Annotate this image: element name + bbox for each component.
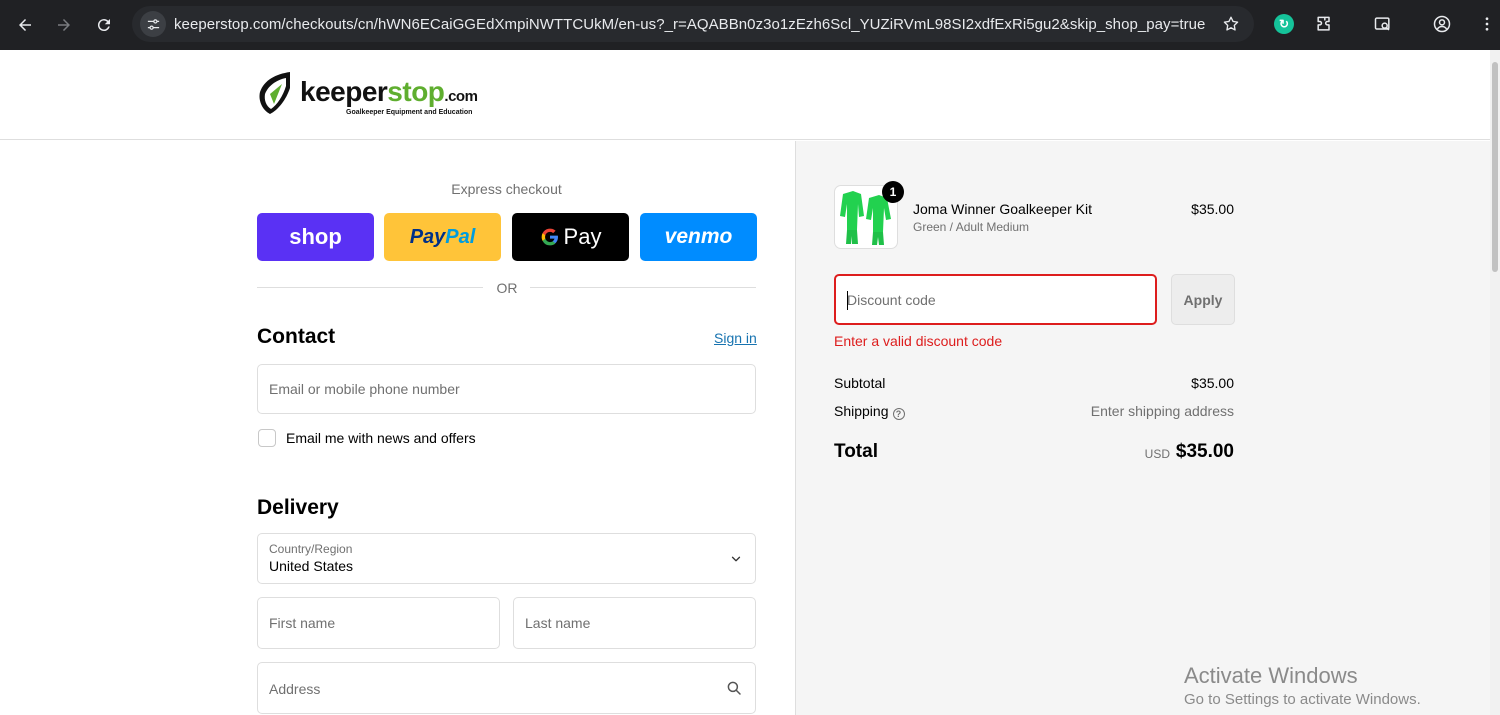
country-label: Country/Region (269, 542, 353, 556)
star-icon[interactable] (1222, 15, 1240, 33)
divider-left (257, 287, 483, 288)
google-g-icon (540, 224, 560, 250)
shipping-value: Enter shipping address (1090, 403, 1234, 419)
address-placeholder: Address (269, 681, 321, 697)
divider-right (530, 287, 756, 288)
url-text[interactable]: keeperstop.com/checkouts/cn/hWN6ECaiGGEd… (174, 16, 1205, 33)
windows-watermark-title: Activate Windows (1184, 663, 1358, 688)
logo-text-stop: stop (387, 76, 445, 107)
logo-tagline: Goalkeeper Equipment and Education (346, 109, 473, 116)
page-scrollbar[interactable] (1490, 50, 1500, 715)
site-header: keeperstop.com Goalkeeper Equipment and … (0, 50, 1490, 140)
sign-in-link[interactable]: Sign in (714, 330, 757, 346)
paypal-label-pay: Pay (409, 225, 446, 248)
windows-watermark-subtitle: Go to Settings to activate Windows. (1184, 691, 1421, 708)
shipping-label: Shipping (834, 403, 889, 419)
product-name: Joma Winner Goalkeeper Kit (913, 201, 1092, 217)
forward-icon[interactable] (51, 12, 77, 38)
reload-icon[interactable] (91, 12, 117, 38)
venmo-button[interactable]: venmo (640, 213, 757, 261)
discount-code-input[interactable]: Discount code (834, 274, 1157, 325)
shipping-row: Shipping? (834, 403, 905, 420)
paypal-label-pal: Pal (445, 225, 476, 248)
contact-heading: Contact (257, 325, 336, 348)
total-value: $35.00 (1175, 441, 1234, 462)
google-pay-button[interactable]: Pay (512, 213, 629, 261)
total-label: Total (834, 441, 878, 462)
shop-pay-button[interactable]: shop (257, 213, 374, 261)
discount-placeholder: Discount code (847, 292, 936, 308)
express-checkout-title: Express checkout (451, 181, 562, 197)
chevron-down-icon (731, 556, 741, 562)
url-host: keeperstop.com (174, 16, 282, 33)
venmo-label: venmo (664, 225, 733, 248)
email-placeholder: Email or mobile phone number (269, 381, 460, 397)
back-icon[interactable] (12, 12, 38, 38)
apply-discount-button[interactable]: Apply (1171, 274, 1235, 325)
scroll-thumb[interactable] (1492, 62, 1498, 272)
browser-toolbar: keeperstop.com/checkouts/cn/hWN6ECaiGGEd… (0, 0, 1500, 50)
last-name-field[interactable]: Last name (513, 597, 756, 649)
first-name-field[interactable]: First name (257, 597, 500, 649)
help-icon[interactable]: ? (892, 408, 905, 420)
glove-logo-icon (259, 72, 290, 114)
search-icon (727, 681, 741, 695)
extensions-icon[interactable] (1313, 13, 1335, 35)
total-currency: USD (1144, 447, 1170, 461)
logo-text-keeper: keeper (300, 76, 388, 107)
url-path: /checkouts/cn/hWN6ECaiGGEdXmpiNWTTCUkM/e… (281, 16, 1206, 33)
google-pay-label: Pay (563, 224, 602, 249)
tab-search-icon[interactable] (1372, 13, 1394, 35)
delivery-heading: Delivery (257, 496, 339, 519)
subtotal-value: $35.00 (1191, 375, 1234, 391)
country-select[interactable]: Country/Region United States (257, 533, 756, 584)
order-summary-column: 1 Joma Winner Goalkeeper Kit Green / Adu… (795, 141, 1490, 715)
grammarly-icon[interactable]: ↻ (1273, 13, 1295, 35)
newsletter-label: Email me with news and offers (286, 430, 476, 446)
address-bar[interactable]: keeperstop.com/checkouts/cn/hWN6ECaiGGEd… (132, 6, 1254, 42)
menu-icon[interactable] (1476, 13, 1498, 35)
address-field[interactable]: Address (257, 662, 756, 714)
quantity-badge: 1 (882, 181, 904, 203)
discount-error-message: Enter a valid discount code (834, 333, 1003, 349)
logo-text-dotcom: .com (444, 88, 478, 105)
product-price: $35.00 (1191, 201, 1234, 217)
store-logo[interactable]: keeperstop.com Goalkeeper Equipment and … (256, 70, 506, 122)
site-info-icon[interactable] (140, 11, 166, 37)
profile-icon[interactable] (1431, 13, 1453, 35)
paypal-button[interactable]: Pay Pal (384, 213, 501, 261)
subtotal-label: Subtotal (834, 375, 886, 391)
newsletter-checkbox[interactable] (258, 429, 276, 447)
checkout-form-column: Express checkout shop Pay Pal Pay venmo O… (0, 141, 795, 715)
first-name-placeholder: First name (269, 615, 336, 631)
or-separator: OR (496, 280, 518, 296)
last-name-placeholder: Last name (525, 615, 591, 631)
email-field[interactable]: Email or mobile phone number (257, 364, 756, 414)
product-variant: Green / Adult Medium (913, 220, 1030, 234)
shop-pay-label: shop (289, 224, 342, 249)
logo-wordmark: keeperstop.com (300, 76, 478, 108)
country-value: United States (269, 558, 354, 574)
